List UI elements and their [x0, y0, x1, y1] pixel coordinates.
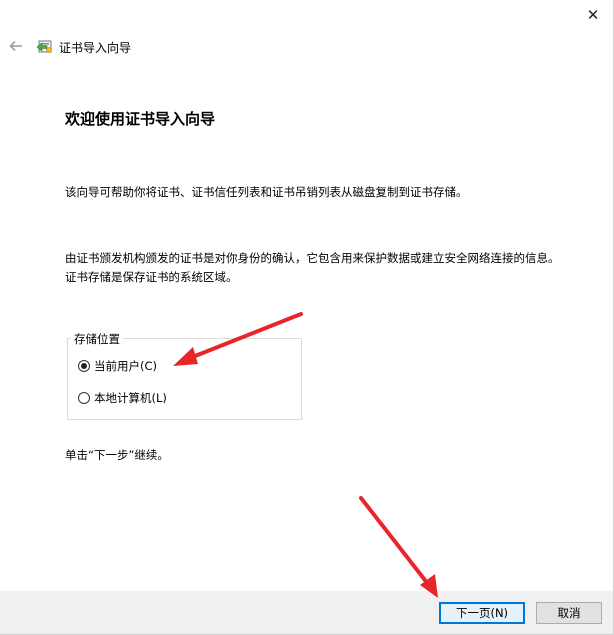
- next-button[interactable]: 下一页(N): [439, 602, 525, 624]
- certificate-wizard-icon: [36, 40, 52, 53]
- radio-local-machine[interactable]: 本地计算机(L): [78, 390, 167, 406]
- radio-current-user[interactable]: 当前用户(C): [78, 358, 157, 374]
- description-text: 由证书颁发机构颁发的证书是对你身份的确认，它包含用来保护数据或建立安全网络连接的…: [65, 251, 560, 284]
- cancel-button[interactable]: 取消: [536, 602, 602, 624]
- radio-local-machine-label: 本地计算机(L): [94, 391, 167, 405]
- wizard-title: 证书导入向导: [59, 41, 132, 55]
- intro-text: 该向导可帮助你将证书、证书信任列表和证书吊销列表从磁盘复制到证书存储。: [65, 185, 468, 199]
- close-button[interactable]: ✕: [572, 0, 614, 30]
- certificate-import-wizard-window: ✕ 证书导入向导 欢迎使用证书导入向导 该向导可帮助你将证书、证书信任列表和证书…: [0, 0, 614, 635]
- back-arrow-icon[interactable]: [7, 37, 25, 55]
- radio-button-unchecked[interactable]: [78, 392, 90, 404]
- page-heading: 欢迎使用证书导入向导: [65, 110, 216, 128]
- store-location-label: 存储位置: [71, 331, 123, 347]
- store-location-group: [67, 338, 302, 420]
- continue-hint: 单击“下一步”继续。: [65, 448, 169, 462]
- close-icon: ✕: [586, 6, 600, 24]
- radio-current-user-label: 当前用户(C): [94, 359, 158, 373]
- radio-button-checked[interactable]: [78, 360, 90, 372]
